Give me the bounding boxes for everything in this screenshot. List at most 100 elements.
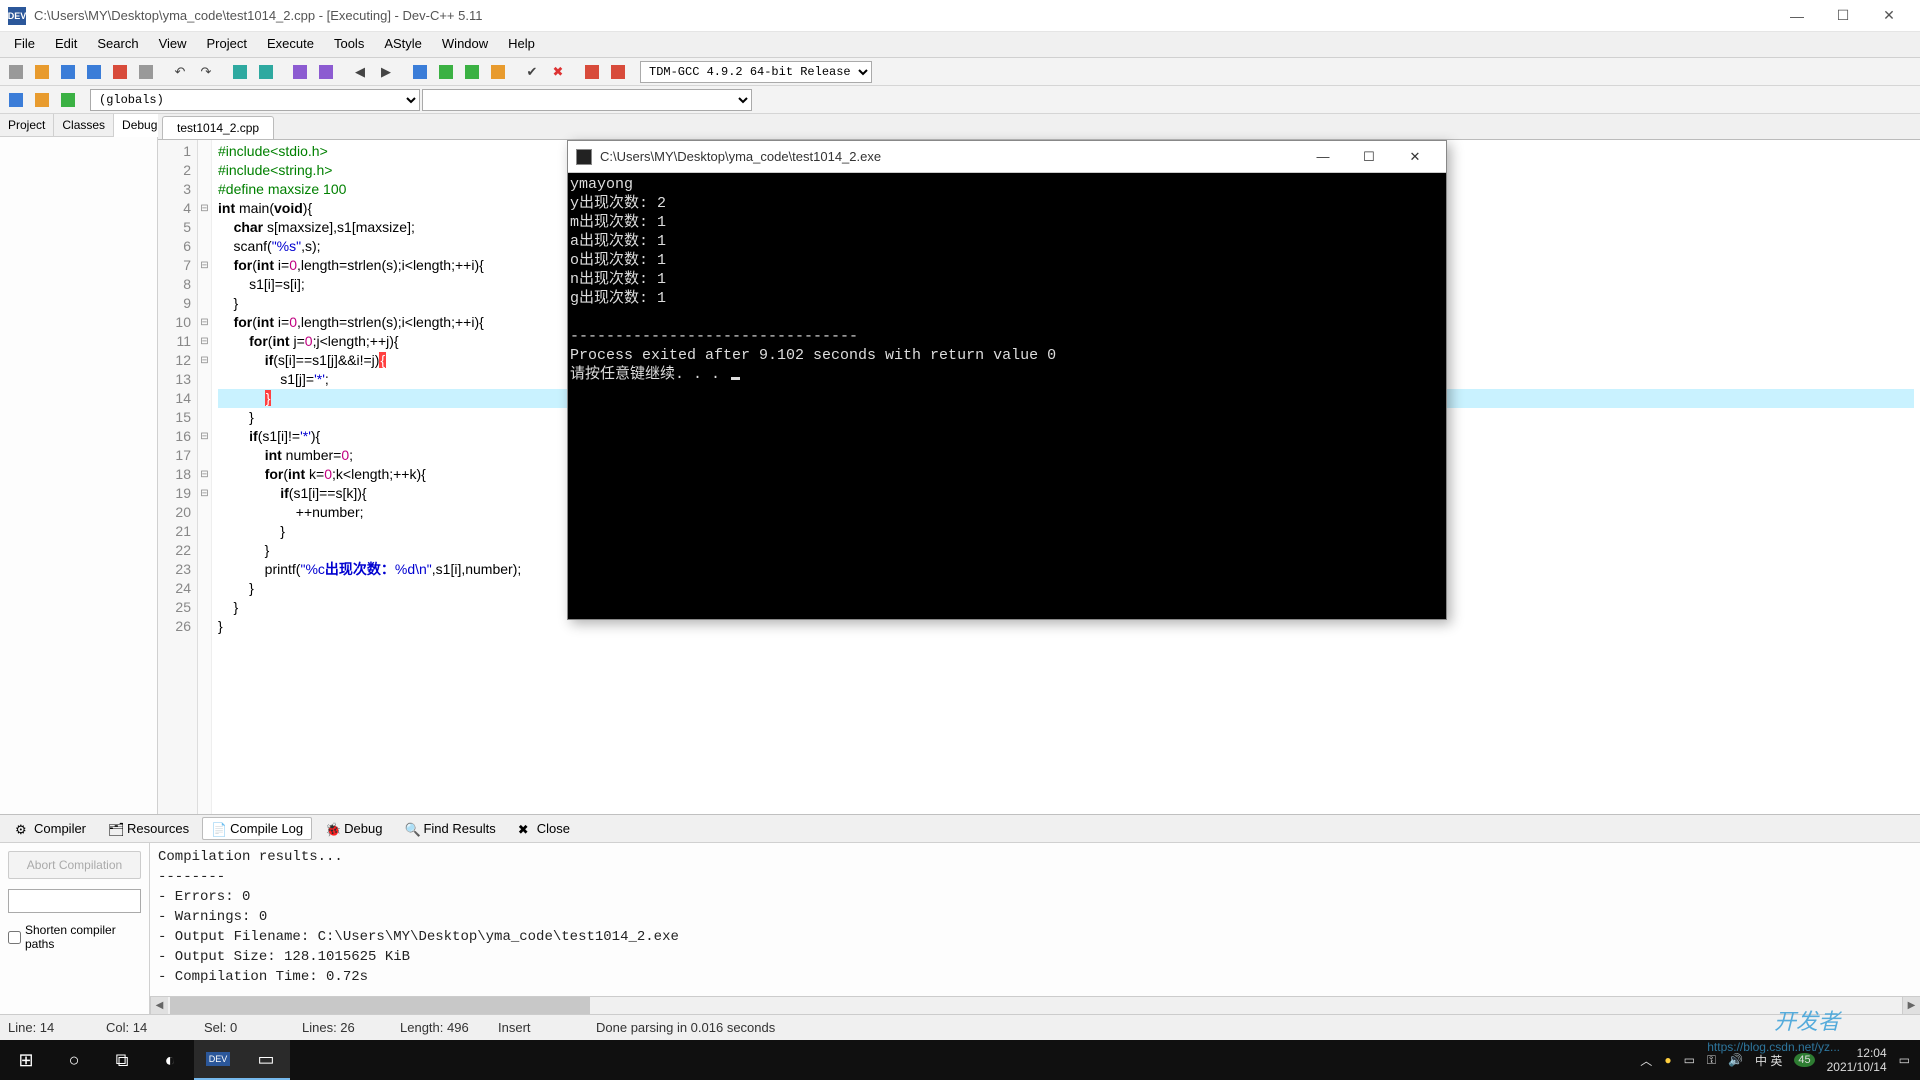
window-maximize-button[interactable]: ☐ [1820, 0, 1866, 32]
console-output[interactable]: ymayong y出现次数: 2 m出现次数: 1 a出现次数: 1 o出现次数… [568, 173, 1446, 619]
tray-chevron-icon[interactable]: ︿ [1640, 1052, 1652, 1069]
shorten-paths-checkbox[interactable]: Shorten compiler paths [8, 923, 141, 951]
status-line: Line: 14 [8, 1020, 78, 1035]
output-tab-resources[interactable]: 🗂Resources [99, 817, 198, 840]
tray-ime-indicator[interactable]: 中 英 [1755, 1052, 1782, 1069]
console-maximize-button[interactable]: ☐ [1346, 142, 1392, 172]
menu-help[interactable]: Help [498, 32, 545, 57]
menu-astyle[interactable]: AStyle [374, 32, 432, 57]
close-file-button[interactable] [108, 60, 132, 84]
compile-button[interactable] [408, 60, 432, 84]
tab-icon: ⚙ [15, 822, 29, 836]
start-button[interactable]: ⊞ [2, 1040, 50, 1080]
replace-button[interactable] [254, 60, 278, 84]
menu-project[interactable]: Project [197, 32, 257, 57]
output-tab-bar: ⚙Compiler🗂Resources📄Compile Log🐞Debug🔍Fi… [0, 815, 1920, 843]
rebuild-button[interactable] [486, 60, 510, 84]
horizontal-scrollbar[interactable]: ◀ ▶ [150, 996, 1920, 1014]
scroll-left-arrow[interactable]: ◀ [150, 997, 168, 1014]
console-minimize-button[interactable]: — [1300, 142, 1346, 172]
scroll-thumb[interactable] [170, 997, 590, 1014]
left-tab-classes[interactable]: Classes [54, 114, 114, 136]
print-button[interactable] [134, 60, 158, 84]
save-all-button[interactable] [82, 60, 106, 84]
forward-button[interactable]: ▶ [374, 60, 398, 84]
compile-controls: Abort Compilation Shorten compiler paths [0, 843, 150, 1014]
scroll-right-arrow[interactable]: ▶ [1902, 997, 1920, 1014]
console-window[interactable]: C:\Users\MY\Desktop\yma_code\test1014_2.… [567, 140, 1447, 620]
taskbar-app-devcpp[interactable]: DEV [194, 1040, 242, 1080]
back-button[interactable]: ◀ [348, 60, 372, 84]
shorten-paths-checkbox-input[interactable] [8, 931, 21, 944]
system-tray[interactable]: ︿ ● ▭ ⚿ 🔊 中 英 45 12:04 2021/10/14 ▭ [1640, 1046, 1918, 1074]
toggle-bookmark-button[interactable] [288, 60, 312, 84]
status-bar: Line: 14 Col: 14 Sel: 0 Lines: 26 Length… [0, 1014, 1920, 1040]
stop-button[interactable]: ✖ [546, 60, 570, 84]
output-tab-close[interactable]: ✖Close [509, 817, 579, 840]
new-file-button[interactable] [4, 60, 28, 84]
save-button[interactable] [56, 60, 80, 84]
debug-button[interactable]: ✔ [520, 60, 544, 84]
left-tab-project[interactable]: Project [0, 114, 54, 136]
file-tab[interactable]: test1014_2.cpp [162, 116, 274, 139]
menu-edit[interactable]: Edit [45, 32, 87, 57]
search-button[interactable]: ○ [50, 1040, 98, 1080]
fold-column[interactable]: ⊟⊟⊟⊟⊟⊟⊟⊟ [198, 140, 212, 814]
compile-log-text[interactable]: Compilation results... -------- - Errors… [150, 843, 1920, 996]
insert-button[interactable] [30, 88, 54, 112]
status-col: Col: 14 [106, 1020, 176, 1035]
tab-icon: 🐞 [325, 822, 339, 836]
tray-badge[interactable]: 45 [1794, 1053, 1814, 1067]
goto-button[interactable] [56, 88, 80, 112]
output-tab-debug[interactable]: 🐞Debug [316, 817, 391, 840]
window-close-button[interactable]: ✕ [1866, 0, 1912, 32]
menu-tools[interactable]: Tools [324, 32, 374, 57]
taskbar-app-1[interactable]: ◐ [146, 1040, 194, 1080]
tray-battery-icon[interactable]: ▭ [1684, 1053, 1695, 1067]
main-toolbar: ↶ ↷ ◀ ▶ ✔ ✖ TDM-GCC 4.9.2 64-bit Release [0, 58, 1920, 86]
menu-view[interactable]: View [149, 32, 197, 57]
taskbar-app-console[interactable]: ▭ [242, 1040, 290, 1080]
window-titlebar: DEV C:\Users\MY\Desktop\yma_code\test101… [0, 0, 1920, 32]
tray-notifications-icon[interactable]: ▭ [1899, 1053, 1910, 1067]
compiler-profile-select[interactable]: TDM-GCC 4.9.2 64-bit Release [640, 61, 872, 83]
task-view-button[interactable]: ⧉ [98, 1040, 146, 1080]
profile-analysis-button[interactable] [606, 60, 630, 84]
window-minimize-button[interactable]: — [1774, 0, 1820, 32]
project-panel: ProjectClassesDebug [0, 114, 158, 814]
member-select[interactable] [422, 89, 752, 111]
compile-run-button[interactable] [460, 60, 484, 84]
console-titlebar[interactable]: C:\Users\MY\Desktop\yma_code\test1014_2.… [568, 141, 1446, 173]
menu-search[interactable]: Search [87, 32, 148, 57]
new-class-button[interactable] [4, 88, 28, 112]
scope-select[interactable]: (globals) [90, 89, 420, 111]
menu-execute[interactable]: Execute [257, 32, 324, 57]
tab-icon: 📄 [211, 822, 225, 836]
find-button[interactable] [228, 60, 252, 84]
menu-window[interactable]: Window [432, 32, 498, 57]
tray-onedrive-icon[interactable]: ● [1664, 1053, 1671, 1067]
taskbar-clock[interactable]: 12:04 2021/10/14 [1827, 1046, 1887, 1074]
abort-compilation-button: Abort Compilation [8, 851, 141, 879]
tray-volume-icon[interactable]: 🔊 [1728, 1053, 1743, 1067]
menu-file[interactable]: File [4, 32, 45, 57]
profile-button[interactable] [580, 60, 604, 84]
run-button[interactable] [434, 60, 458, 84]
undo-button[interactable]: ↶ [168, 60, 192, 84]
status-insert-mode: Insert [498, 1020, 568, 1035]
output-tab-find-results[interactable]: 🔍Find Results [395, 817, 504, 840]
windows-taskbar: ⊞ ○ ⧉ ◐ DEV ▭ ︿ ● ▭ ⚿ 🔊 中 英 45 12:04 202… [0, 1040, 1920, 1080]
console-icon [576, 149, 592, 165]
tray-wifi-icon[interactable]: ⚿ [1707, 1053, 1716, 1068]
redo-button[interactable]: ↷ [194, 60, 218, 84]
taskbar-time: 12:04 [1827, 1046, 1887, 1060]
shorten-paths-label: Shorten compiler paths [25, 923, 141, 951]
menu-bar: FileEditSearchViewProjectExecuteToolsASt… [0, 32, 1920, 58]
open-file-button[interactable] [30, 60, 54, 84]
output-tab-compile-log[interactable]: 📄Compile Log [202, 817, 312, 840]
goto-bookmark-button[interactable] [314, 60, 338, 84]
console-close-button[interactable]: ✕ [1392, 142, 1438, 172]
output-tab-compiler[interactable]: ⚙Compiler [6, 817, 95, 840]
status-lines: Lines: 26 [302, 1020, 372, 1035]
compiler-path-input[interactable] [8, 889, 141, 913]
